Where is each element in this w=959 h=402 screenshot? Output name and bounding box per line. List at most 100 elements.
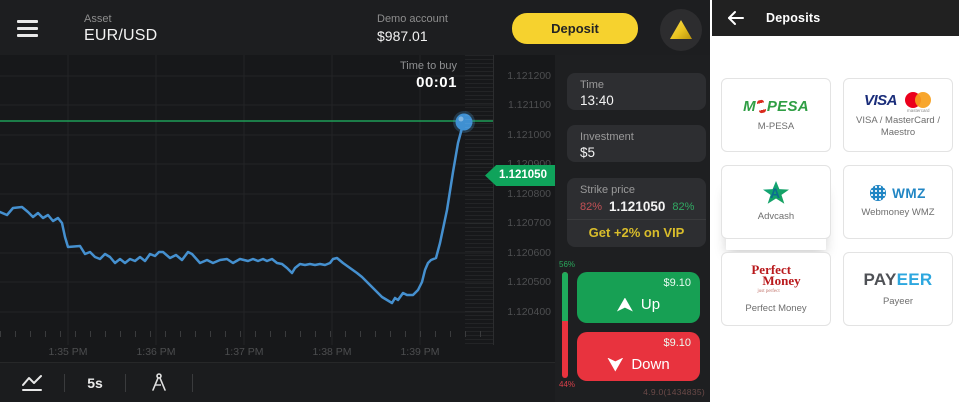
- caption-line2: Maestro: [881, 127, 915, 138]
- chart-type-button[interactable]: [0, 372, 64, 394]
- method-caption: Payeer: [883, 296, 913, 308]
- strike-price-card: Strike price 82% 1.121050 82% Get +2% on…: [567, 178, 706, 247]
- time-axis-ticks: [0, 331, 493, 337]
- payment-method-payeer[interactable]: PAYEER Payeer: [843, 252, 953, 326]
- time-tick-label: 1:38 PM: [297, 346, 367, 358]
- sentiment-bar: [562, 272, 568, 378]
- visa-mastercard-logo: VISA mastercard: [864, 92, 932, 109]
- asset-label: Asset: [84, 13, 157, 26]
- payeer-eer: EER: [897, 270, 933, 289]
- method-caption: Advcash: [758, 211, 794, 223]
- price-tick-label: 1.120600: [507, 247, 551, 259]
- time-tick-label: 1:36 PM: [121, 346, 191, 358]
- time-tick-label: 1:37 PM: [209, 346, 279, 358]
- chart-canvas: [0, 55, 493, 345]
- strike-value: 1.121050: [609, 199, 665, 214]
- deposits-app: Deposits M PESA M-PESA VISA mastercard: [712, 0, 959, 402]
- vip-banner[interactable]: Get +2% on VIP: [567, 219, 706, 244]
- down-payout: $9.10: [663, 337, 691, 349]
- expiry-time-card[interactable]: Time 13:40: [567, 73, 706, 110]
- perfect-money-logo: Perfect Money just perfect: [751, 264, 800, 297]
- sentiment-green-segment: [562, 272, 568, 321]
- price-tick-label: 1.120400: [507, 306, 551, 318]
- time-value: 13:40: [580, 93, 693, 108]
- strike-right-percent: 82%: [672, 201, 694, 213]
- investment-value: $5: [580, 145, 693, 160]
- deposits-header: Deposits: [712, 0, 959, 36]
- pm-line2: Money: [762, 275, 800, 286]
- mastercard-wordmark: mastercard: [907, 108, 930, 113]
- sentiment-up-percent: 56%: [559, 260, 575, 269]
- line-chart-icon: [19, 372, 45, 394]
- investment-label: Investment: [580, 131, 693, 144]
- advcash-letter: A: [770, 185, 780, 201]
- payeer-logo: PAYEER: [864, 270, 933, 290]
- strike-left-percent: 82%: [580, 201, 602, 213]
- countdown: Time to buy 00:01: [300, 60, 457, 91]
- mpesa-logo-m: M: [743, 98, 756, 115]
- price-tick-label: 1.120500: [507, 276, 551, 288]
- trade-panel: Time 13:40 Investment $5 Strike price 82…: [555, 55, 710, 402]
- deposit-button[interactable]: Deposit: [512, 13, 638, 44]
- toolbar-divider: [192, 374, 193, 392]
- price-tick-label: 1.121100: [508, 99, 551, 111]
- menu-icon[interactable]: [17, 20, 38, 37]
- visa-logo: VISA: [864, 92, 897, 109]
- arrow-up-icon: [617, 298, 633, 312]
- globe-icon: [870, 185, 886, 201]
- time-tick-label: 1:39 PM: [385, 346, 455, 358]
- wmz-text: WMZ: [892, 186, 926, 201]
- method-caption: Perfect Money: [745, 303, 806, 315]
- price-tick-label: 1.120800: [507, 188, 551, 200]
- strike-label: Strike price: [580, 184, 693, 197]
- account-balance: $987.01: [377, 27, 448, 45]
- countdown-value: 00:01: [300, 74, 457, 91]
- method-caption: M-PESA: [758, 121, 794, 133]
- time-tick-label: 1:35 PM: [33, 346, 103, 358]
- down-button[interactable]: $9.10 Down: [577, 332, 700, 381]
- price-tick-label: 1.120700: [507, 217, 551, 229]
- method-caption: VISA / MasterCard / Maestro: [856, 115, 940, 139]
- mastercard-orange-circle: [915, 92, 931, 108]
- broker-logo[interactable]: [660, 9, 702, 51]
- account-label: Demo account: [377, 13, 448, 26]
- phone-icon: [756, 99, 766, 113]
- up-label: Up: [641, 296, 660, 313]
- asset-selector[interactable]: Asset EUR/USD: [84, 13, 157, 46]
- price-tick-label: 1.121000: [507, 129, 551, 141]
- payment-methods-grid: M PESA M-PESA VISA mastercard VISA / Mas: [721, 78, 953, 326]
- caption-line1: VISA / MasterCard /: [856, 115, 940, 126]
- arrow-down-icon: [607, 358, 623, 372]
- account-selector[interactable]: Demo account $987.01: [377, 13, 448, 45]
- arrow-left-icon[interactable]: [726, 8, 746, 28]
- payment-method-advcash[interactable]: A Advcash: [721, 165, 831, 239]
- up-button[interactable]: $9.10 Up: [577, 272, 700, 323]
- triangle-logo-icon: [670, 20, 692, 39]
- mpesa-logo: M PESA: [743, 98, 809, 115]
- time-axis: 1:35 PM 1:36 PM 1:37 PM 1:38 PM 1:39 PM: [0, 346, 493, 362]
- payment-method-mpesa[interactable]: M PESA M-PESA: [721, 78, 831, 152]
- mastercard-logo: mastercard: [905, 92, 932, 109]
- top-bar: Asset EUR/USD Demo account $987.01 Depos…: [0, 0, 710, 55]
- method-caption: Webmoney WMZ: [861, 207, 934, 219]
- drawing-tools-button[interactable]: [126, 372, 192, 394]
- payment-method-perfect-money[interactable]: Perfect Money just perfect Perfect Money: [721, 252, 831, 326]
- time-label: Time: [580, 79, 693, 92]
- current-price-tag: 1.121050: [485, 165, 555, 186]
- price-axis: 1.1212001.1211001.1210001.1209001.120800…: [493, 55, 555, 345]
- deposits-title: Deposits: [766, 11, 820, 25]
- mpesa-logo-pesa: PESA: [767, 98, 809, 115]
- trading-app: Asset EUR/USD Demo account $987.01 Depos…: [0, 0, 710, 402]
- purchase-deadline-band: [465, 55, 494, 345]
- interval-button[interactable]: 5s: [65, 375, 125, 391]
- up-payout: $9.10: [663, 277, 691, 289]
- payeer-pay: PAY: [864, 270, 897, 289]
- investment-card[interactable]: Investment $5: [567, 125, 706, 162]
- payment-method-webmoney[interactable]: WMZ Webmoney WMZ: [843, 165, 953, 239]
- countdown-label: Time to buy: [300, 60, 457, 72]
- webmoney-logo: WMZ: [870, 185, 926, 201]
- price-tick-label: 1.121200: [507, 70, 551, 82]
- compass-icon: [148, 372, 170, 394]
- screen: Asset EUR/USD Demo account $987.01 Depos…: [0, 0, 959, 402]
- payment-method-visa-mastercard[interactable]: VISA mastercard VISA / MasterCard / Maes…: [843, 78, 953, 152]
